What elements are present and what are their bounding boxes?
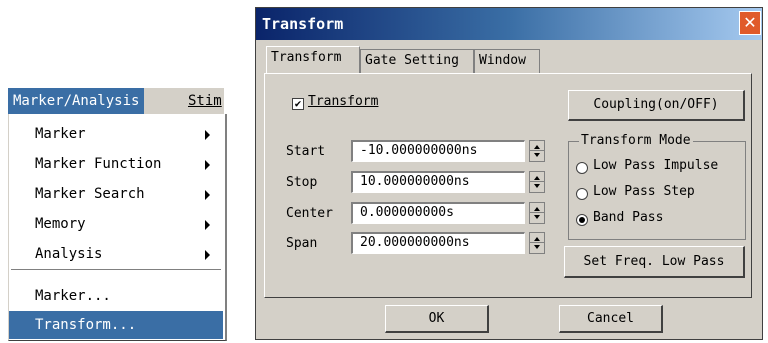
submenu-arrow-icon: [205, 130, 210, 140]
menu-item-marker-dialog[interactable]: Marker...: [9, 282, 223, 310]
submenu-arrow-icon: [205, 220, 210, 230]
cancel-button[interactable]: Cancel: [559, 305, 663, 333]
menu-stimulus[interactable]: Stim: [188, 88, 222, 114]
transform-tab-panel: ✔ Transform Coupling(on/OFF) Start -10.0…: [264, 73, 752, 298]
submenu-arrow-icon: [205, 190, 210, 200]
tab-window[interactable]: Window: [474, 49, 540, 73]
spin-down-icon: [534, 153, 540, 157]
menu-item-marker-function[interactable]: Marker Function: [9, 150, 223, 178]
menu-marker-analysis[interactable]: Marker/Analysis: [8, 88, 145, 114]
spin-up-icon: [534, 176, 540, 180]
menu-item-transform[interactable]: Transform...: [9, 311, 223, 339]
menu-item-analysis[interactable]: Analysis: [9, 240, 223, 268]
menu-item-marker[interactable]: Marker: [9, 120, 223, 148]
radio-label: Band Pass: [593, 210, 664, 225]
radio-band-pass[interactable]: [576, 214, 588, 226]
spin-up-icon: [534, 237, 540, 241]
dialog-title-bar[interactable]: Transform ✕: [256, 8, 762, 40]
radio-low-pass-impulse[interactable]: [576, 162, 588, 174]
radio-label: Low Pass Impulse: [593, 158, 719, 173]
start-label: Start: [286, 144, 326, 159]
menu-item-label: Marker Function: [35, 156, 162, 172]
start-spinner[interactable]: [529, 140, 545, 162]
spin-down-icon: [534, 184, 540, 188]
submenu-arrow-icon: [205, 250, 210, 260]
radio-label: Low Pass Step: [593, 184, 695, 199]
center-field[interactable]: 0.000000000s: [351, 202, 525, 224]
menu-item-label: Memory: [35, 216, 86, 232]
span-label: Span: [286, 236, 318, 251]
menu-item-label: Marker Search: [35, 186, 145, 202]
coupling-button[interactable]: Coupling(on/OFF): [568, 90, 745, 121]
spin-up-icon: [534, 145, 540, 149]
spin-down-icon: [534, 245, 540, 249]
dialog-title: Transform: [262, 15, 344, 33]
menu-item-label: Transform...: [35, 317, 137, 333]
transform-checkbox[interactable]: ✔: [292, 98, 304, 110]
stop-label: Stop: [286, 175, 318, 190]
menu-item-label: Marker: [35, 126, 86, 142]
stop-field[interactable]: 10.000000000ns: [351, 171, 525, 193]
transform-checkbox-label: Transform: [308, 94, 379, 109]
tab-transform[interactable]: Transform: [266, 46, 360, 74]
menu-item-marker-search[interactable]: Marker Search: [9, 180, 223, 208]
submenu-arrow-icon: [205, 160, 210, 170]
menu-item-label: Marker...: [35, 288, 111, 304]
span-spinner[interactable]: [529, 232, 545, 254]
menu-item-label: Analysis: [35, 246, 103, 262]
marker-analysis-dropdown: Marker Marker Function Marker Search Mem…: [8, 114, 227, 341]
radio-low-pass-step[interactable]: [576, 188, 588, 200]
menu-bar: Marker/Analysis Stim: [8, 88, 224, 114]
close-button[interactable]: ✕: [739, 11, 761, 35]
transform-dialog: Transform ✕ Transform Gate Setting Windo…: [255, 7, 763, 340]
set-freq-low-pass-button[interactable]: Set Freq. Low Pass: [564, 246, 745, 278]
spin-down-icon: [534, 215, 540, 219]
center-spinner[interactable]: [529, 202, 545, 224]
transform-mode-title: Transform Mode: [579, 133, 693, 148]
tab-gate-setting[interactable]: Gate Setting: [360, 49, 474, 73]
start-field[interactable]: -10.000000000ns: [351, 140, 525, 162]
stop-spinner[interactable]: [529, 171, 545, 193]
ok-button[interactable]: OK: [385, 305, 489, 333]
menu-item-memory[interactable]: Memory: [9, 210, 223, 238]
spin-up-icon: [534, 207, 540, 211]
center-label: Center: [286, 206, 333, 221]
span-field[interactable]: 20.000000000ns: [351, 232, 525, 254]
menu-separator: [11, 269, 221, 271]
